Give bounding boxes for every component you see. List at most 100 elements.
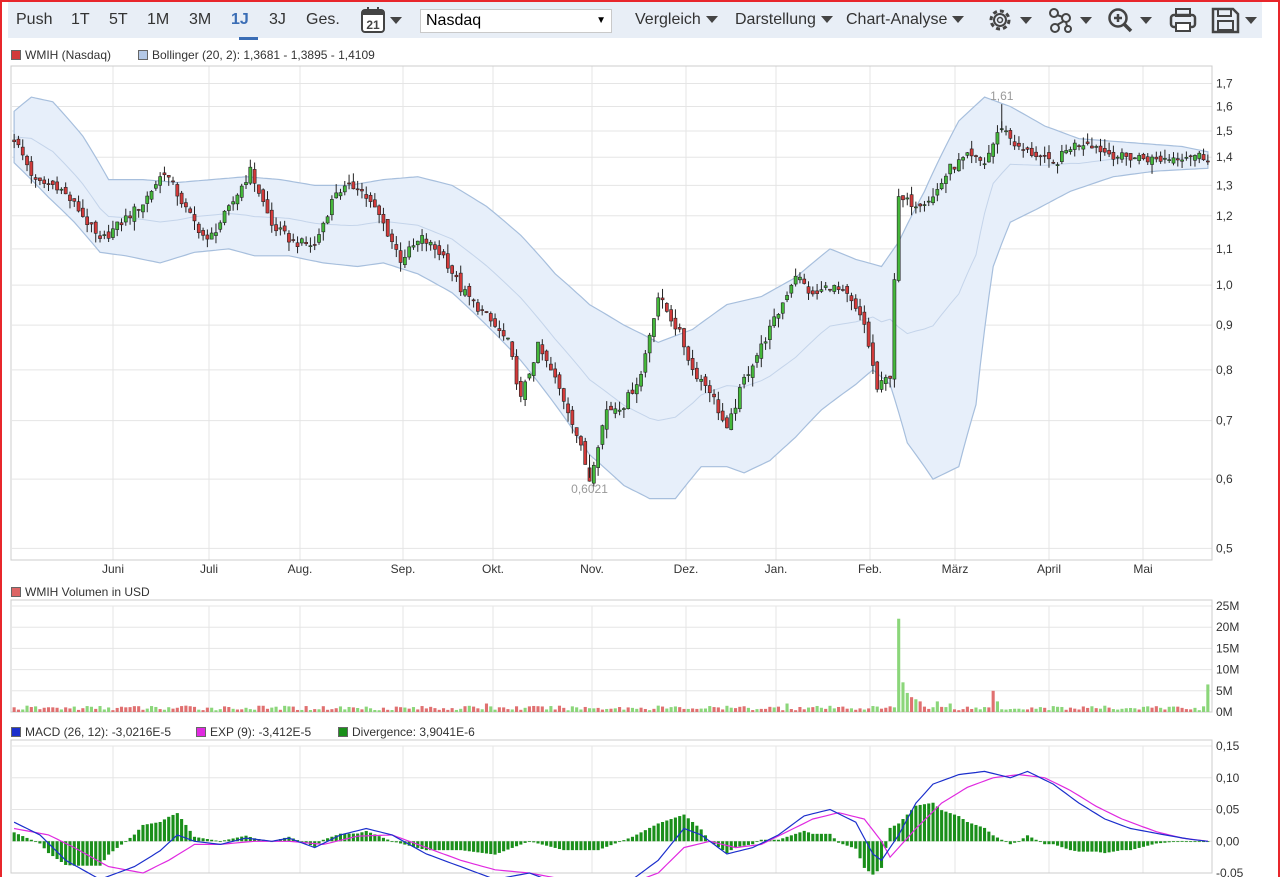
divergence-bar — [1060, 841, 1063, 847]
volume-bar — [154, 707, 157, 712]
divergence-bar — [433, 841, 436, 850]
candle-body — [56, 182, 59, 190]
volume-bar — [803, 709, 806, 712]
volume-bar — [575, 707, 578, 712]
volume-bar — [923, 707, 926, 712]
volume-bar — [601, 710, 604, 712]
divergence-bar — [438, 841, 441, 850]
divergence-bar — [73, 841, 76, 865]
candle-body — [575, 428, 578, 436]
volume-bar — [1133, 708, 1136, 712]
volume-bar — [129, 707, 132, 712]
candle-body — [116, 222, 119, 230]
divergence-bar — [1052, 841, 1055, 844]
volume-bar — [189, 706, 192, 712]
divergence-bar — [644, 830, 647, 841]
volume-bar — [824, 709, 827, 712]
divergence-bar — [751, 841, 754, 844]
volume-bar — [992, 691, 995, 712]
candle-body — [292, 240, 295, 241]
divergence-bar — [1000, 840, 1003, 841]
volume-bar — [34, 706, 37, 712]
candle-body — [498, 329, 501, 331]
volume-bar — [532, 706, 535, 712]
candle-body — [682, 328, 685, 346]
candle-body — [120, 223, 123, 225]
candle-body — [339, 193, 342, 196]
divergence-bar — [515, 841, 518, 846]
volume-bar — [876, 707, 879, 712]
divergence-bar — [1099, 841, 1102, 852]
candle-body — [940, 183, 943, 188]
candle-body — [579, 437, 582, 445]
divergence-bar — [176, 813, 179, 841]
volume-y-tick: 15M — [1216, 641, 1239, 655]
volume-bar — [807, 708, 810, 712]
volume-bar — [459, 709, 462, 712]
volume-bar — [184, 706, 187, 712]
volume-bar — [1172, 707, 1175, 712]
divergence-bar — [1108, 841, 1111, 852]
divergence-bar — [777, 840, 780, 841]
month-tick: März — [942, 562, 969, 576]
volume-bar — [137, 706, 140, 712]
volume-bar — [983, 707, 986, 712]
candle-body — [395, 244, 398, 249]
volume-bar — [1004, 710, 1007, 712]
divergence-bar — [923, 804, 926, 841]
volume-bar — [343, 709, 346, 712]
divergence-bar — [738, 841, 741, 846]
divergence-bar — [850, 841, 853, 847]
candle-body — [541, 345, 544, 354]
volume-bar — [433, 708, 436, 712]
candle-body — [1185, 157, 1188, 158]
candle-body — [558, 375, 561, 389]
month-tick: April — [1037, 562, 1061, 576]
candle-body — [627, 393, 630, 409]
divergence-bar — [618, 841, 621, 842]
divergence-bar — [743, 841, 746, 845]
divergence-bar — [670, 819, 673, 841]
candle-body — [1150, 157, 1153, 164]
volume-bar — [1108, 708, 1111, 712]
divergence-bar — [425, 841, 428, 850]
volume-bar — [17, 710, 20, 712]
candle-body — [1138, 155, 1141, 160]
candle-body — [618, 410, 621, 411]
candle-body — [64, 187, 67, 193]
volume-bar — [451, 708, 454, 712]
volume-bar — [640, 708, 643, 712]
volume-bar — [760, 709, 763, 712]
divergence-bar — [141, 825, 144, 841]
divergence-bar — [1082, 841, 1085, 851]
divergence-bar — [562, 841, 565, 850]
volume-bar — [755, 709, 758, 712]
volume-bar — [98, 706, 101, 712]
volume-bar — [811, 707, 814, 712]
divergence-bar — [541, 841, 544, 844]
volume-bar — [335, 708, 338, 712]
candle-body — [34, 178, 37, 180]
volume-bar — [708, 706, 711, 712]
candle-body — [1193, 155, 1196, 160]
candle-body — [214, 233, 217, 236]
candle-body — [468, 286, 471, 296]
candle-body — [210, 233, 213, 239]
candle-body — [910, 195, 913, 207]
candle-body — [1112, 152, 1115, 159]
volume-bar — [296, 710, 299, 712]
candle-body — [77, 202, 80, 211]
candle-body — [1095, 146, 1098, 147]
volume-panel: 25M20M15M10M5M0M — [11, 599, 1239, 719]
candle-body — [382, 214, 385, 223]
divergence-bar — [949, 813, 952, 841]
volume-y-tick: 5M — [1216, 684, 1233, 698]
divergence-bar — [1185, 841, 1188, 842]
volume-bar — [171, 709, 174, 712]
candle-body — [300, 239, 303, 243]
volume-bar — [107, 707, 110, 712]
divergence-bar — [219, 841, 222, 842]
volume-bar — [777, 707, 780, 712]
divergence-bar — [622, 840, 625, 841]
volume-bar — [592, 708, 595, 712]
